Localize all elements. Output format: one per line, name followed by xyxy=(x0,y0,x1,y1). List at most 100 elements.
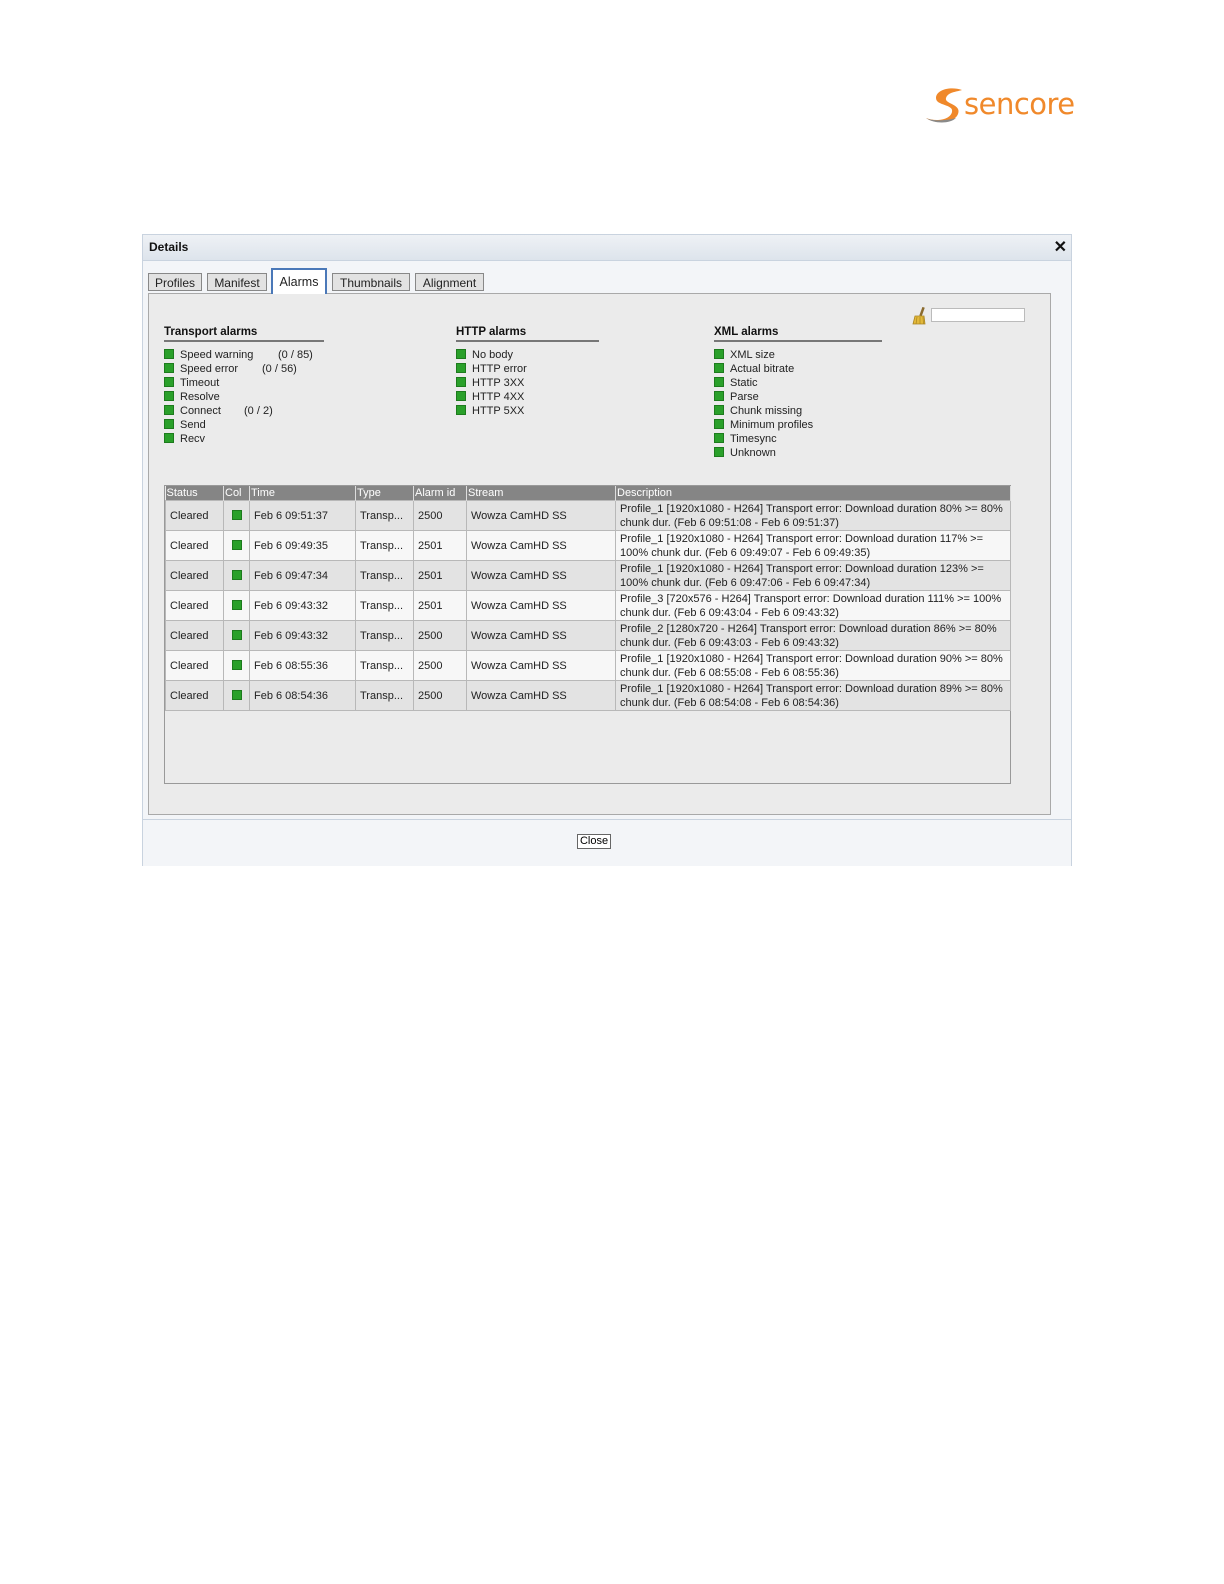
tab-manifest[interactable]: Manifest xyxy=(207,273,267,291)
dialog-title: Details xyxy=(149,240,189,254)
status-square xyxy=(231,689,242,700)
status-square xyxy=(456,377,466,387)
table-row[interactable]: Cleared Feb 6 09:43:32 Transp... 2501 Wo… xyxy=(165,590,1011,621)
status-square xyxy=(164,363,174,373)
alarm-row: HTTP error xyxy=(456,362,599,376)
alarms-table-container: Status Col Time Type Alarm id Stream Des… xyxy=(164,485,1011,784)
sencore-swirl-icon xyxy=(926,88,962,123)
table-row[interactable]: Cleared Feb 6 09:43:32 Transp... 2500 Wo… xyxy=(165,620,1011,651)
alarm-label: HTTP 5XX xyxy=(472,405,525,417)
table-row[interactable]: Cleared Feb 6 09:51:37 Transp... 2500 Wo… xyxy=(165,500,1011,531)
column-header-col[interactable]: Col xyxy=(223,486,250,501)
cell-alarm-id: 2500 xyxy=(413,680,467,711)
cell-col xyxy=(223,530,250,561)
alarm-label: Actual bitrate xyxy=(730,363,795,375)
http-alarms-group: HTTP alarms No body HTTP error HTTP 3XX … xyxy=(456,326,599,418)
cell-alarm-id: 2501 xyxy=(413,560,467,591)
alarm-count: (0 / 2) xyxy=(244,405,273,417)
cell-status: Cleared xyxy=(165,680,224,711)
broom-clear-icon[interactable] xyxy=(912,307,928,325)
table-row[interactable]: Cleared Feb 6 08:54:36 Transp... 2500 Wo… xyxy=(165,680,1011,711)
cell-time: Feb 6 09:43:32 xyxy=(249,590,356,621)
cell-description: Profile_1 [1920x1080 - H264] Transport e… xyxy=(615,530,1011,561)
alarm-row: Speed error (0 / 56) xyxy=(164,362,324,376)
dialog-titlebar: Details ✕ xyxy=(143,235,1071,261)
cell-col xyxy=(223,560,250,591)
cell-col xyxy=(223,650,250,681)
tab-alignment[interactable]: Alignment xyxy=(415,273,484,291)
table-row[interactable]: Cleared Feb 6 09:49:35 Transp... 2501 Wo… xyxy=(165,530,1011,561)
alarm-label: Parse xyxy=(730,391,759,403)
status-square xyxy=(456,363,466,373)
column-header-description[interactable]: Description xyxy=(615,486,1011,501)
close-icon[interactable]: ✕ xyxy=(1054,237,1067,257)
alarm-label: Static xyxy=(730,377,758,389)
alarm-label: HTTP 3XX xyxy=(472,377,525,389)
dialog-footer: Close xyxy=(143,819,1071,866)
status-square xyxy=(714,433,724,443)
cell-time: Feb 6 09:43:32 xyxy=(249,620,356,651)
status-square xyxy=(164,349,174,359)
alarm-row: Connect (0 / 2) xyxy=(164,404,324,418)
alarm-row: Timesync xyxy=(714,432,882,446)
cell-stream: Wowza CamHD SS xyxy=(466,620,616,651)
status-square xyxy=(714,405,724,415)
cell-status: Cleared xyxy=(165,530,224,561)
cell-col xyxy=(223,590,250,621)
status-square xyxy=(714,447,724,457)
tab-thumbnails[interactable]: Thumbnails xyxy=(332,273,410,291)
filter-input[interactable] xyxy=(931,308,1025,322)
cell-stream: Wowza CamHD SS xyxy=(466,530,616,561)
table-row[interactable]: Cleared Feb 6 08:55:36 Transp... 2500 Wo… xyxy=(165,650,1011,681)
cell-type: Transp... xyxy=(355,650,414,681)
alarm-label: XML size xyxy=(730,349,775,361)
column-header-status[interactable]: Status xyxy=(165,486,224,501)
alarm-row: Parse xyxy=(714,390,882,404)
status-square xyxy=(231,629,242,640)
alarm-row: Send xyxy=(164,418,324,432)
cell-type: Transp... xyxy=(355,560,414,591)
alarm-label: No body xyxy=(472,349,513,361)
cell-description: Profile_1 [1920x1080 - H264] Transport e… xyxy=(615,560,1011,591)
table-row[interactable]: Cleared Feb 6 09:47:34 Transp... 2501 Wo… xyxy=(165,560,1011,591)
group-title: Transport alarms xyxy=(164,326,258,338)
status-square xyxy=(456,349,466,359)
cell-status: Cleared xyxy=(165,650,224,681)
cell-alarm-id: 2501 xyxy=(413,530,467,561)
status-square xyxy=(231,509,242,520)
status-square xyxy=(456,391,466,401)
alarm-row: Unknown xyxy=(714,446,882,460)
alarm-row: HTTP 3XX xyxy=(456,376,599,390)
tab-alarms[interactable]: Alarms xyxy=(271,268,327,294)
cell-time: Feb 6 08:54:36 xyxy=(249,680,356,711)
alarm-label: Recv xyxy=(180,433,206,445)
alarm-count: (0 / 56) xyxy=(262,363,297,375)
cell-alarm-id: 2501 xyxy=(413,590,467,621)
alarm-label: HTTP error xyxy=(472,363,527,375)
alarms-table: Status Col Time Type Alarm id Stream Des… xyxy=(165,486,1011,711)
cell-status: Cleared xyxy=(165,590,224,621)
column-header-alarm-id[interactable]: Alarm id xyxy=(413,486,467,501)
alarm-label: Resolve xyxy=(180,391,220,403)
cell-time: Feb 6 09:47:34 xyxy=(249,560,356,591)
alarm-label: Minimum profiles xyxy=(730,419,814,431)
status-square xyxy=(231,569,242,580)
close-button[interactable]: Close xyxy=(577,834,611,849)
status-square xyxy=(714,363,724,373)
alarm-row: Recv xyxy=(164,432,324,446)
column-header-type[interactable]: Type xyxy=(355,486,414,501)
status-square xyxy=(456,405,466,415)
cell-time: Feb 6 09:51:37 xyxy=(249,500,356,531)
alarm-count: (0 / 85) xyxy=(278,349,313,361)
cell-type: Transp... xyxy=(355,590,414,621)
divider xyxy=(164,340,324,342)
cell-alarm-id: 2500 xyxy=(413,620,467,651)
column-header-time[interactable]: Time xyxy=(249,486,356,501)
alarms-panel: Transport alarms Speed warning (0 / 85) S… xyxy=(148,293,1051,815)
tab-profiles[interactable]: Profiles xyxy=(148,273,202,291)
alarm-label: Timeout xyxy=(180,377,220,389)
cell-description: Profile_2 [1280x720 - H264] Transport er… xyxy=(615,620,1011,651)
alarm-label: Unknown xyxy=(730,447,776,459)
logo-text: sencore xyxy=(964,87,1075,121)
column-header-stream[interactable]: Stream xyxy=(466,486,616,501)
